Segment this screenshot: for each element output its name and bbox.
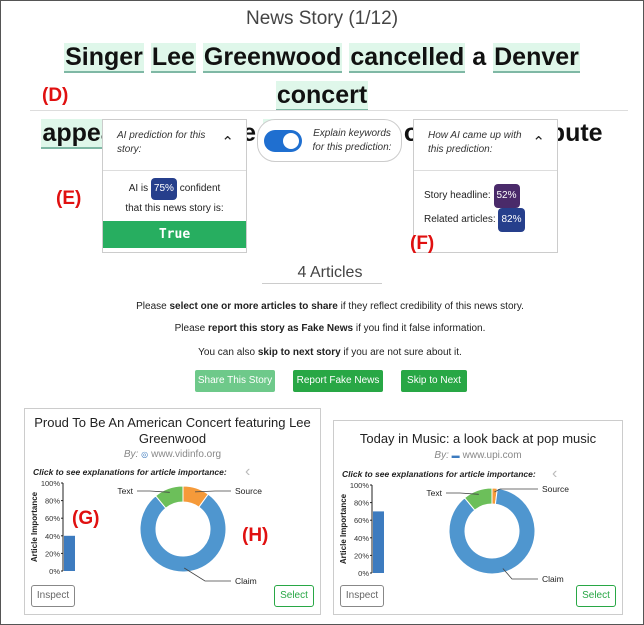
y-axis-label: Article Importance [339,493,348,564]
headline-text [144,43,151,71]
how-ai-rows: Story headline: 52% Related articles: 82% [424,184,525,232]
instruction-skip: You can also skip to next story if you a… [198,347,462,358]
annotation-label-e: (E) [56,188,82,209]
headline-keyword[interactable]: Greenwood [202,43,343,73]
headline-text: a [465,43,494,71]
chevron-up-icon[interactable]: ⌃ [532,133,545,151]
annotation-label-h: (H) [242,525,269,546]
article-title[interactable]: Proud To Be An American Concert featurin… [33,415,312,447]
how-ai-row-badge: 52% [493,184,520,208]
headline-keyword[interactable]: Lee [150,43,196,73]
y-tick-label: 100% [41,479,61,488]
article-source[interactable]: By: ◎ www.vidinfo.org [25,449,320,460]
donut-slice-claim[interactable] [139,493,227,573]
click-explanation-hint: Click to see explanations for article im… [342,469,536,479]
inspect-button[interactable]: Inspect [31,585,75,607]
how-ai-row: Story headline: 52% [424,184,525,208]
article-source[interactable]: By: ▬ www.upi.com [334,450,622,461]
report-fake-news-button[interactable]: Report Fake News [293,370,383,392]
y-tick-label: 40% [354,534,369,543]
select-button[interactable]: Select [274,585,314,607]
y-tick-label: 20% [354,551,369,560]
ai-prediction-panel: AI prediction for this story: ⌃ AI is 75… [102,119,247,253]
y-tick-label: 60% [354,516,369,525]
articles-heading: 4 Articles [297,264,363,281]
headline-keyword[interactable]: concert [275,81,369,111]
skip-to-next-button[interactable]: Skip to Next [401,370,467,392]
y-tick-label: 20% [45,549,60,558]
y-tick-label: 100% [350,481,370,490]
headline-keyword[interactable]: cancelled [349,43,466,73]
confidence-prefix: AI is [128,183,149,194]
donut-label: Claim [542,574,564,584]
chevron-up-icon[interactable]: ⌃ [221,133,234,151]
headline-text [196,43,203,71]
headline-keyword[interactable]: Singer [64,43,144,73]
toggle-label: Explain keywords for this prediction: [312,128,392,153]
instruction-report: Please report this story as Fake News if… [174,323,486,334]
articles-heading-underline [262,283,382,284]
inspect-button[interactable]: Inspect [340,585,384,607]
y-tick-label: 40% [45,532,60,541]
donut-label: Source [235,486,262,496]
explain-keywords-toggle[interactable] [264,130,302,152]
annotation-label-g: (G) [72,508,100,529]
headline-keyword[interactable]: Denver [493,43,580,73]
confidence-badge: 75% [150,178,177,200]
article-card[interactable]: Today in Music: a look back at pop music… [333,420,623,615]
ai-prediction-header-text: AI prediction for this story: [117,130,206,155]
importance-bar[interactable] [64,535,75,571]
y-tick-label: 80% [354,499,369,508]
select-button[interactable]: Select [576,585,616,607]
importance-bar[interactable] [373,511,384,573]
click-explanation-hint: Click to see explanations for article im… [33,467,227,477]
how-ai-row-label: Related articles: [424,214,499,225]
annotation-label-f: (F) [410,233,435,254]
source-url: www.upi.com [462,450,522,461]
y-tick-label: 0% [49,567,60,576]
story-counter-title: News Story (1/12) [245,8,399,29]
y-tick-label: 60% [45,514,60,523]
how-ai-row-badge: 82% [498,208,525,232]
annotation-label-d: (D) [42,85,69,106]
toggle-knob [283,133,299,149]
ai-confidence-text: AI is 75% confident that this news story… [103,178,246,218]
divider [30,110,628,111]
headline-line-1: Singer Lee Greenwood cancelled a Denver … [30,38,614,114]
donut-label: Source [542,484,569,494]
how-ai-header-text: How AI came up with this prediction: [428,130,522,155]
y-axis-label: Article Importance [30,491,39,562]
donut-label: Text [426,488,442,498]
article-title[interactable]: Today in Music: a look back at pop music [342,431,614,447]
confidence-suffix: confident [179,183,221,194]
how-ai-row: Related articles: 82% [424,208,525,232]
source-prefix: By: [434,450,452,461]
ai-prediction-header[interactable]: AI prediction for this story: ⌃ [103,120,246,171]
y-tick-label: 80% [45,497,60,506]
source-favicon-icon: ▬ [451,451,460,460]
donut-label: Text [117,486,133,496]
share-story-button[interactable]: Share This Story [195,370,275,392]
confidence-line-2: that this news story is: [125,203,224,214]
explain-keywords-toggle-card: Explain keywords for this prediction: [257,119,402,162]
how-ai-panel: How AI came up with this prediction: ⌃ S… [413,119,558,253]
source-prefix: By: [123,449,142,460]
source-url: www.vidinfo.org [151,449,222,460]
source-favicon-icon: ◎ [141,450,149,459]
y-tick-label: 0% [358,569,369,578]
how-ai-header[interactable]: How AI came up with this prediction: ⌃ [414,120,557,171]
prediction-verdict: True [103,221,246,248]
article-card[interactable]: Proud To Be An American Concert featurin… [24,408,321,615]
donut-label: Claim [235,576,257,586]
how-ai-row-label: Story headline: [424,190,494,201]
instruction-select: Please select one or more articles to sh… [136,301,524,312]
